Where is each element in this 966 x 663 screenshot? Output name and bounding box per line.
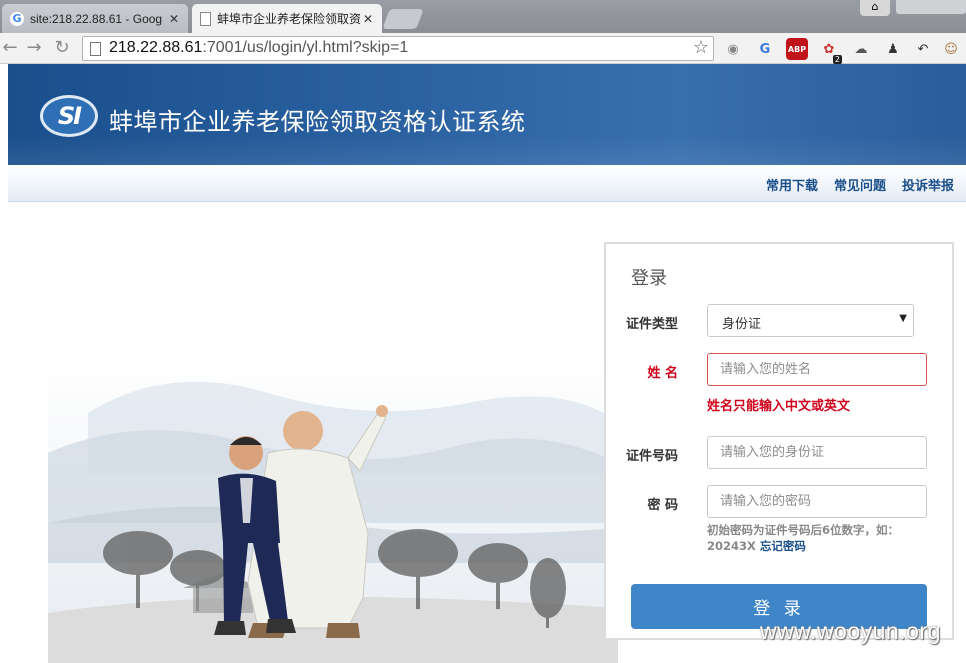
password-label: 密 码 <box>647 498 678 513</box>
extension-icon[interactable]: ✿ <box>818 38 842 64</box>
name-label: 姓 名 <box>647 366 678 381</box>
login-panel: 登录 证件类型 身份证 ▼ 姓 名 姓名只能输入中文或英文 证件号码 密 码 初… <box>604 242 954 640</box>
profile-icon[interactable]: ⌂ <box>860 0 890 16</box>
chevron-down-icon: ▼ <box>899 313 907 324</box>
address-bar[interactable]: 218.22.88.61:7001/us/login/yl.html?skip=… <box>82 36 714 61</box>
google-icon: G <box>10 11 24 26</box>
page-icon <box>200 11 211 26</box>
login-title: 登录 <box>631 268 667 289</box>
close-icon[interactable]: ✕ <box>168 12 180 26</box>
password-input[interactable] <box>707 485 927 518</box>
new-tab-button[interactable] <box>382 9 424 29</box>
menu-face-icon[interactable]: ☺ <box>940 38 962 60</box>
tab-title: 蚌埠市企业养老保险领取资 <box>217 12 362 26</box>
browser-tab-current[interactable]: 蚌埠市企业养老保险领取资 ✕ <box>192 4 382 33</box>
globe-icon[interactable]: ◉ <box>722 38 744 60</box>
link-faq[interactable]: 常见问题 <box>834 175 886 194</box>
site-banner: SI 蚌埠市企业养老保险领取资格认证系统 <box>8 64 966 165</box>
top-links-bar: 常用下载 常见问题 投诉举报 <box>8 165 966 202</box>
id-type-label: 证件类型 <box>625 317 678 332</box>
back-arrow-icon[interactable]: ← <box>0 38 20 58</box>
undo-icon[interactable]: ↶ <box>912 38 934 60</box>
browser-tab-google[interactable]: G site:218.22.88.61 - Goog ✕ <box>2 4 188 33</box>
name-input[interactable] <box>707 353 927 386</box>
si-logo: SI <box>40 95 98 137</box>
window-controls[interactable] <box>896 0 966 14</box>
page-title: 蚌埠市企业养老保险领取资格认证系统 <box>109 108 526 136</box>
link-complaints[interactable]: 投诉举报 <box>902 175 954 194</box>
close-icon[interactable]: ✕ <box>362 12 374 26</box>
forgot-password-link[interactable]: 忘记密码 <box>760 539 806 553</box>
name-error-message: 姓名只能输入中文或英文 <box>707 399 851 414</box>
adblock-icon[interactable]: ABP <box>786 38 808 60</box>
cloud-icon[interactable]: ☁ <box>850 38 872 60</box>
hero-illustration <box>48 353 618 663</box>
bookmark-star-icon[interactable]: ☆ <box>693 37 709 58</box>
translate-icon[interactable]: G <box>754 38 776 60</box>
forward-arrow-icon[interactable]: → <box>24 38 44 58</box>
id-number-input[interactable] <box>707 436 927 469</box>
watermark: www.wooyun.org <box>760 618 941 644</box>
link-downloads[interactable]: 常用下载 <box>766 175 818 194</box>
browser-toolbar: ← → ↻ 218.22.88.61:7001/us/login/yl.html… <box>0 33 966 64</box>
incognito-icon[interactable]: ♟ <box>882 38 904 60</box>
browser-tab-strip: G site:218.22.88.61 - Goog ✕ 蚌埠市企业养老保险领取… <box>0 0 966 33</box>
id-type-value: 身份证 <box>722 317 762 332</box>
password-hint: 初始密码为证件号码后6位数字，如：20243X 忘记密码 <box>707 523 899 553</box>
reload-icon[interactable]: ↻ <box>52 38 72 58</box>
tab-title: site:218.22.88.61 - Goog <box>30 11 163 26</box>
url-text: 218.22.88.61:7001/us/login/yl.html?skip=… <box>109 39 409 56</box>
id-type-select[interactable]: 身份证 ▼ <box>707 304 914 337</box>
id-number-label: 证件号码 <box>625 449 678 464</box>
page-info-icon[interactable] <box>90 42 101 56</box>
